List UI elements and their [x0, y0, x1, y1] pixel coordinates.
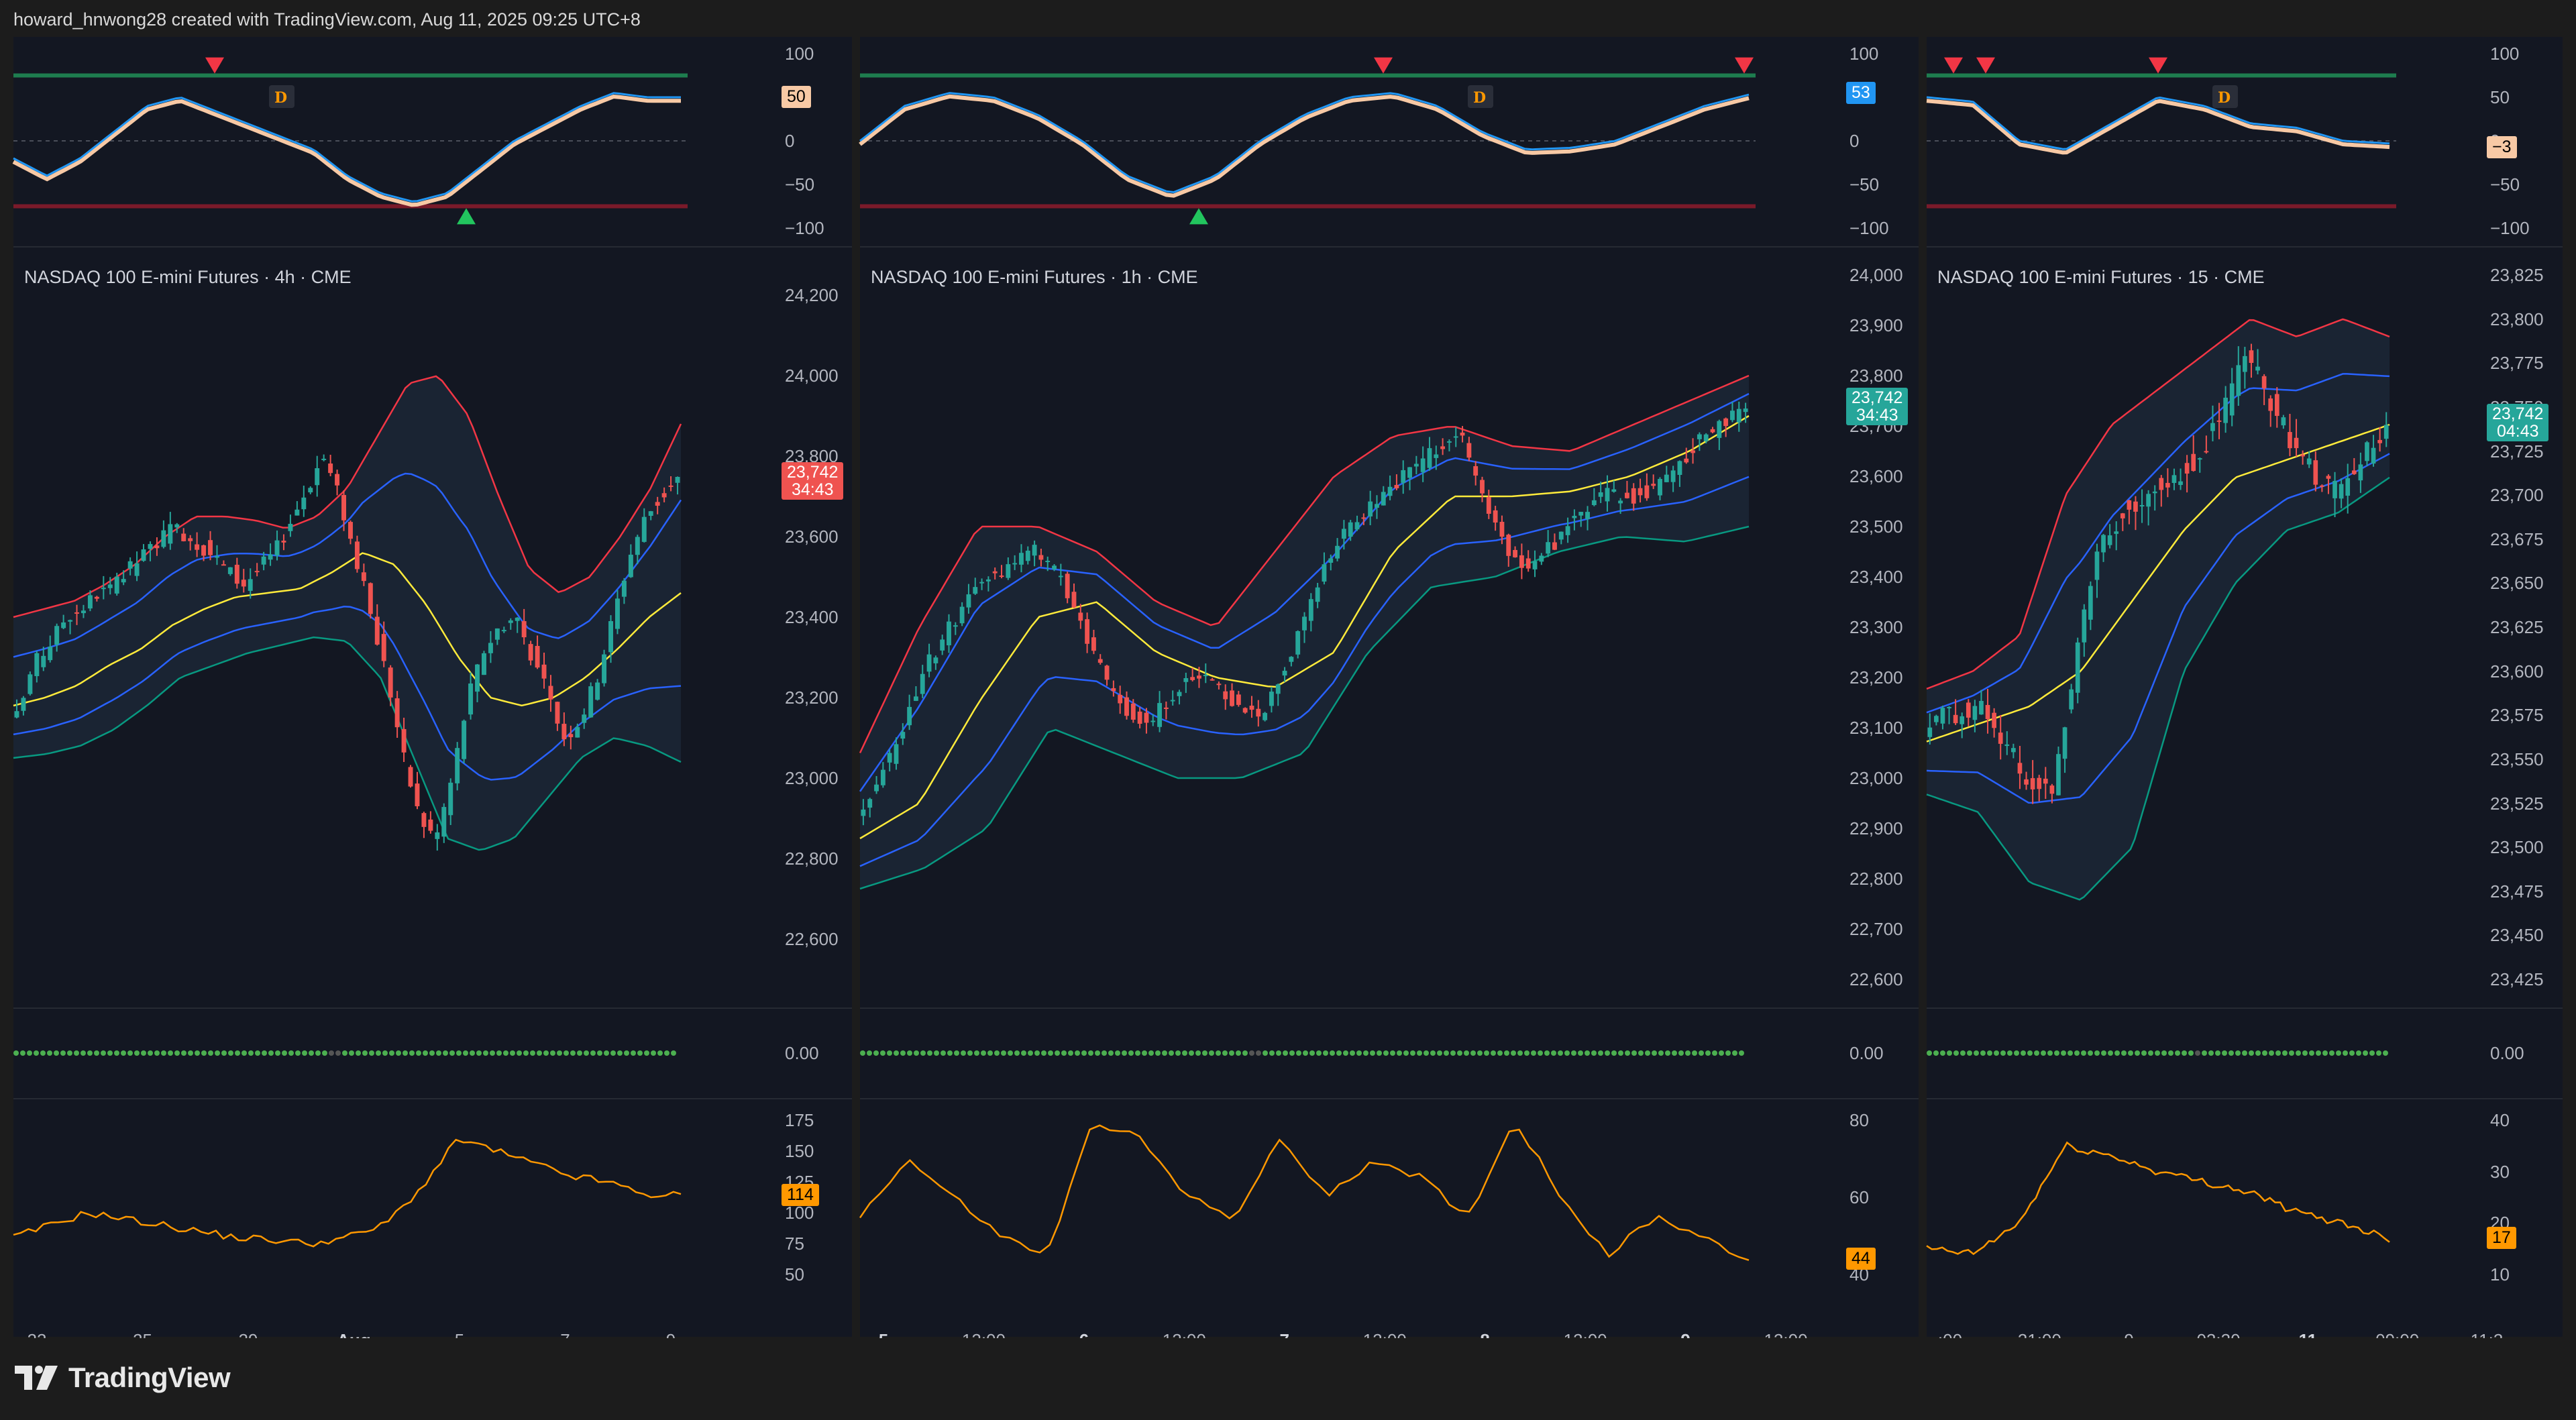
chart-panel-15[interactable]: D100500−50−100−3NASDAQ 100 E-mini Future… [1926, 37, 2563, 1350]
volatility-pane [1926, 1141, 2390, 1256]
volatility-line [13, 1138, 682, 1248]
volatility-line [859, 1124, 1750, 1261]
header-bar: howard_hnwong28 created with TradingView… [0, 0, 2576, 37]
tradingview-logo-icon [15, 1366, 58, 1390]
volatility-value-badge: 17 [2487, 1227, 2516, 1250]
chart-panel-1h[interactable]: D100500−50−10053NASDAQ 100 E-mini Future… [859, 37, 1919, 1350]
volatility-scale-tick: 50 [785, 1264, 804, 1285]
chart-panel-4h[interactable]: D100500−50−10050NASDAQ 100 E-mini Future… [12, 37, 852, 1350]
volatility-line [1926, 1141, 2390, 1256]
volatility-value-badge: 114 [782, 1184, 819, 1207]
volatility-scale-tick: 40 [2490, 1110, 2510, 1130]
tradingview-logo-text: TradingView [68, 1362, 231, 1393]
volatility-value-badge: 44 [1846, 1248, 1876, 1270]
volatility-scale-tick: 30 [2490, 1161, 2510, 1182]
volatility-scale-tick: 60 [1849, 1187, 1869, 1207]
volatility-scale-tick: 75 [785, 1234, 804, 1254]
volatility-scale-tick: 175 [785, 1110, 814, 1130]
volatility-pane [13, 1138, 682, 1248]
tradingview-logo[interactable]: TradingView [15, 1362, 231, 1394]
chart-credit-text: howard_hnwong28 created with TradingView… [13, 9, 641, 30]
volatility-scale-tick: 80 [1849, 1110, 1869, 1130]
volatility-pane [859, 1124, 1750, 1261]
volatility-scale-tick: 10 [2490, 1264, 2510, 1285]
footer-bar [0, 1338, 2576, 1420]
volatility-scale-tick: 150 [785, 1141, 814, 1161]
